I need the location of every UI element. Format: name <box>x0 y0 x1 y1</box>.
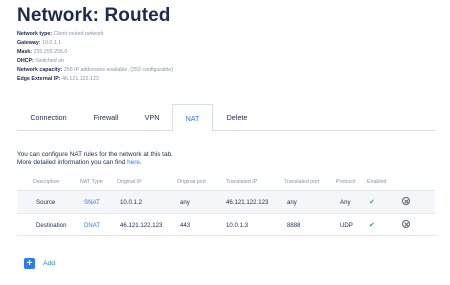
info-edge-external-ip: Edge External IP: 46.121.122.123 <box>17 75 99 82</box>
row-translated-ip: 10.0.1.3 <box>226 222 249 229</box>
enabled-check-icon[interactable]: ✔ <box>369 198 375 206</box>
row-nat-type[interactable]: SNAT <box>84 199 100 206</box>
row-original-ip: 46.121.122.123 <box>120 222 163 229</box>
row-translated-port: any <box>287 199 297 206</box>
page-title: Network: Routed <box>17 5 171 26</box>
tab-nat[interactable]: NAT <box>172 104 213 132</box>
network-info: Network type: Client routed network Gate… <box>17 30 173 83</box>
nat-description: You can configure NAT rules for the netw… <box>17 151 173 168</box>
col-nat-type: NAT Type <box>80 179 103 185</box>
add-label: Add <box>43 260 56 267</box>
enabled-check-icon[interactable]: ✔ <box>369 221 375 229</box>
description-line-2: More detailed information you can find h… <box>17 159 142 167</box>
description-line-1: You can configure NAT rules for the netw… <box>17 151 173 158</box>
info-dhcp: DHCP: Switched on <box>17 57 65 64</box>
row-protocol: UDP <box>340 222 353 229</box>
row-description: Destination <box>36 222 67 229</box>
help-link[interactable]: here <box>127 159 140 166</box>
info-network-capacity: Network capacity: 256 IP addresses avail… <box>17 66 173 73</box>
row-translated-port: 8888 <box>287 222 301 229</box>
delete-rule-icon[interactable] <box>402 220 410 228</box>
col-original-ip: Original IP <box>117 179 142 185</box>
tab-connection[interactable]: Connection <box>17 104 80 131</box>
row-original-ip: 10.0.1.2 <box>120 199 143 206</box>
table-header: Description NAT Type Original IP Origina… <box>17 176 435 190</box>
tab-delete[interactable]: Delete <box>218 104 256 131</box>
tab-vpn[interactable]: VPN <box>134 104 170 131</box>
row-protocol: Any <box>340 199 351 206</box>
delete-rule-icon[interactable] <box>402 197 410 205</box>
tab-bar: Connection Firewall VPN NAT Delete <box>17 104 435 132</box>
row-nat-type[interactable]: DNAT <box>84 222 100 229</box>
row-original-port: 443 <box>180 222 191 229</box>
info-mask: Mask: 255.255.255.0 <box>17 48 68 55</box>
info-network-type: Network type: Client routed network <box>17 31 104 37</box>
table-row[interactable]: Source SNAT 10.0.1.2 any 46.121.122.123 … <box>17 190 435 213</box>
add-rule-button[interactable]: + Add <box>24 258 55 269</box>
col-translated-ip: Translated IP <box>226 179 258 185</box>
col-protocol: Protocol <box>336 179 356 185</box>
col-enabled: Enabled <box>367 179 387 185</box>
col-description: Description <box>33 179 60 185</box>
info-gateway: Gateway: 10.0.1.1 <box>17 39 62 46</box>
nat-rules-table: Description NAT Type Original IP Origina… <box>17 176 435 236</box>
table-row[interactable]: Destination DNAT 46.121.122.123 443 10.0… <box>17 213 435 236</box>
row-description: Source <box>36 199 56 206</box>
row-original-port: any <box>180 199 190 206</box>
tab-firewall[interactable]: Firewall <box>85 104 127 131</box>
plus-icon: + <box>24 258 35 269</box>
col-translated-port: Translated port <box>284 179 320 185</box>
row-translated-ip: 46.121.122.123 <box>226 199 269 206</box>
col-original-port: Original port <box>177 179 206 185</box>
